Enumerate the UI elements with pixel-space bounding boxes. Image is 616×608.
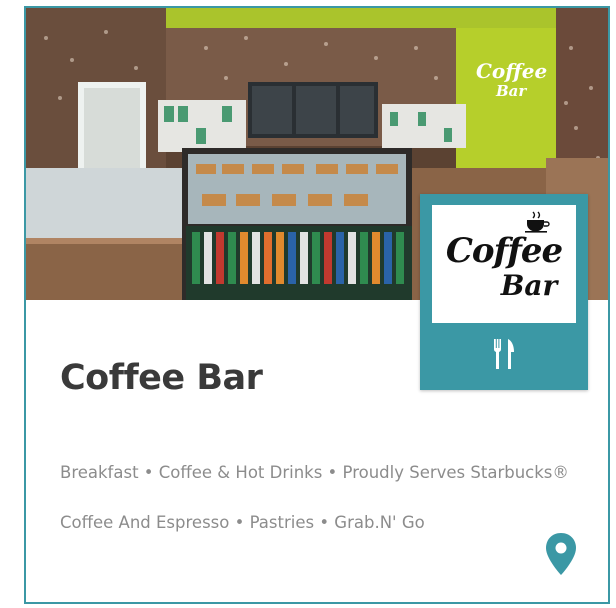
cuisine-badge: Coffee Bar [420, 194, 588, 390]
category-line-2: Coffee And Espresso • Pastries • Grab.N'… [60, 513, 425, 532]
restaurant-name[interactable]: Coffee Bar [60, 358, 263, 398]
logo-text-coffee: Coffee [445, 231, 563, 271]
coffee-cup-icon [525, 211, 550, 233]
logo-text-bar: Bar [500, 269, 558, 302]
badge-icon-area [420, 334, 588, 374]
restaurant-card[interactable]: Coffee Bar Coffee Bar Coffee Bar Breakfa… [24, 6, 610, 604]
category-list: Breakfast • Coffee & Hot Drinks • Proudl… [60, 448, 580, 548]
wall-sign-text-1: Coffee [476, 59, 547, 83]
fork-knife-icon [493, 339, 514, 369]
map-pin-icon[interactable] [544, 532, 578, 576]
category-line-1: Breakfast • Coffee & Hot Drinks • Proudl… [60, 463, 569, 482]
wall-sign-text-2: Bar [495, 82, 527, 100]
coffee-bar-logo: Coffee Bar [432, 205, 576, 323]
